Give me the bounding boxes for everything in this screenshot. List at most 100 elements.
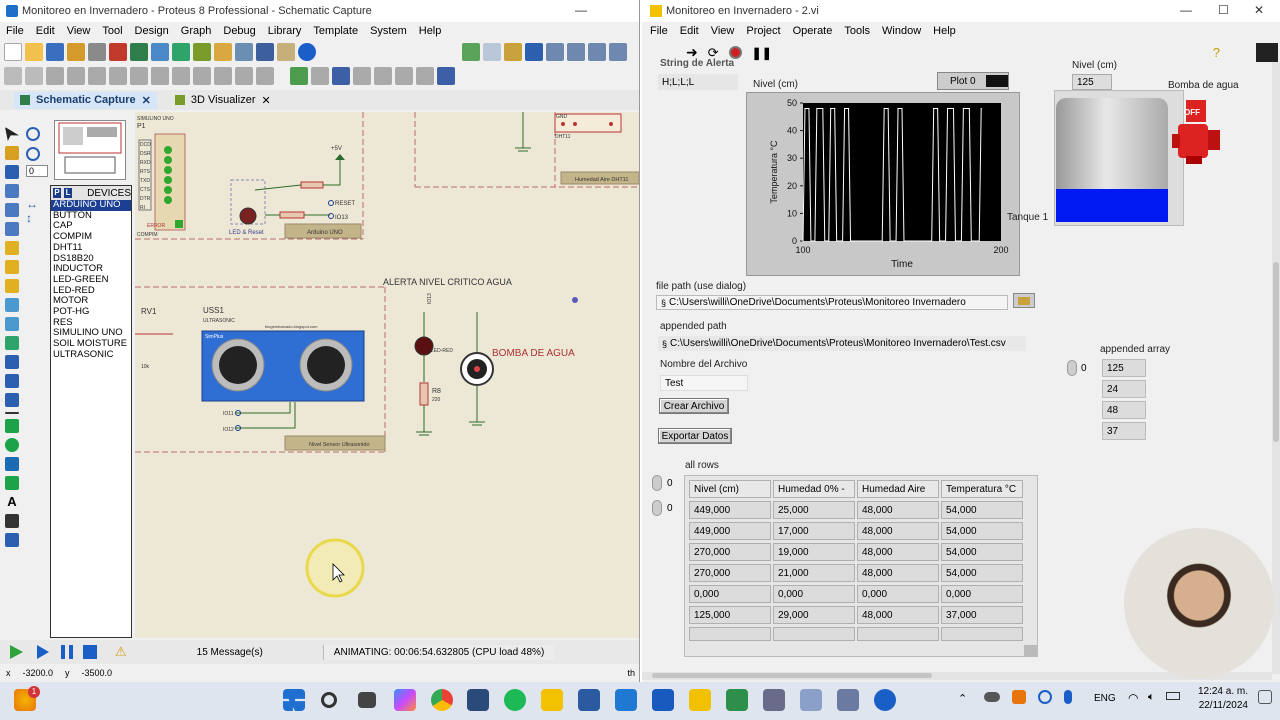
arc-tool-icon[interactable]: [5, 457, 19, 471]
app5-icon[interactable]: [874, 689, 896, 711]
step-icon[interactable]: [37, 645, 49, 659]
decompose-icon[interactable]: [256, 67, 274, 85]
pump-indicator[interactable]: OFF: [1172, 100, 1222, 164]
pause-icon[interactable]: [61, 645, 73, 659]
open-folder-icon[interactable]: [25, 43, 43, 61]
symbol-tool-icon[interactable]: [5, 514, 19, 528]
paste-icon[interactable]: [88, 67, 106, 85]
line-tool-icon[interactable]: [5, 412, 19, 414]
menu-view[interactable]: View: [705, 25, 741, 37]
menu-system[interactable]: System: [364, 25, 413, 37]
microphone-icon[interactable]: [1064, 690, 1072, 704]
scroll-thumb[interactable]: [1273, 262, 1279, 442]
menu-view[interactable]: View: [61, 25, 97, 37]
word-icon[interactable]: [652, 689, 674, 711]
tab-schematic-capture[interactable]: Schematic Capture ✕: [14, 91, 157, 109]
zoom-in-icon[interactable]: [546, 43, 564, 61]
warning-icon[interactable]: ⚠: [115, 644, 127, 660]
notification-center-icon[interactable]: [1258, 690, 1272, 704]
play-icon[interactable]: [10, 645, 23, 659]
col-index-control[interactable]: 0: [652, 499, 676, 517]
selection-mode-icon[interactable]: [5, 127, 19, 141]
graph-mode-icon[interactable]: [5, 298, 19, 312]
remove-sheet-icon[interactable]: [395, 67, 413, 85]
bus-icon[interactable]: [5, 222, 19, 236]
labview-taskbar-icon[interactable]: [689, 689, 711, 711]
copy-icon[interactable]: [67, 67, 85, 85]
new-file-icon[interactable]: [4, 43, 22, 61]
search-tag-icon[interactable]: [311, 67, 329, 85]
maximize-icon[interactable]: ☐: [1218, 3, 1229, 17]
wifi-icon[interactable]: ◠: [1128, 691, 1138, 705]
device-pins-icon[interactable]: [5, 279, 19, 293]
menu-help[interactable]: Help: [927, 25, 962, 37]
redo-icon[interactable]: [25, 67, 43, 85]
3d-icon[interactable]: [193, 43, 211, 61]
block-delete-icon[interactable]: [172, 67, 190, 85]
plot-legend[interactable]: Plot 0: [937, 72, 1009, 90]
export-icon[interactable]: [88, 43, 106, 61]
junction-dot-icon[interactable]: [5, 165, 19, 179]
array-index-control[interactable]: 0: [1067, 359, 1099, 377]
device-item[interactable]: ULTRASONIC: [51, 349, 131, 361]
virtual-instruments-icon[interactable]: [5, 393, 19, 407]
crear-archivo-button[interactable]: Crear Archivo: [659, 398, 729, 414]
app4-icon[interactable]: [837, 689, 859, 711]
menu-template[interactable]: Template: [307, 25, 364, 37]
search-icon[interactable]: [321, 692, 337, 708]
context-help-icon[interactable]: ?: [1213, 45, 1220, 60]
menu-debug[interactable]: Debug: [217, 25, 261, 37]
wire-autorouter-icon[interactable]: [290, 67, 308, 85]
close-icon[interactable]: ✕: [142, 94, 151, 107]
exportar-datos-button[interactable]: Exportar Datos: [658, 428, 732, 444]
app2-icon[interactable]: [763, 689, 785, 711]
make-device-icon[interactable]: [214, 67, 232, 85]
refresh-icon[interactable]: [462, 43, 480, 61]
stop-icon[interactable]: [83, 645, 97, 659]
onedrive-icon[interactable]: [984, 692, 1000, 702]
grid-icon[interactable]: [483, 43, 501, 61]
exit-parent-icon[interactable]: [416, 67, 434, 85]
app-icon[interactable]: [467, 689, 489, 711]
library-button[interactable]: L: [64, 188, 73, 198]
menu-tool[interactable]: Tool: [96, 25, 128, 37]
home-icon[interactable]: [109, 43, 127, 61]
minimize-icon[interactable]: —: [1180, 3, 1192, 17]
help-icon[interactable]: [298, 43, 316, 61]
rotate-cw-icon[interactable]: [26, 127, 40, 141]
pause-icon[interactable]: ❚❚: [752, 46, 772, 60]
zoom-area-icon[interactable]: [609, 43, 627, 61]
block-rotate-icon[interactable]: [151, 67, 169, 85]
text-tool-icon[interactable]: A: [5, 495, 19, 509]
device-item[interactable]: DHT11: [51, 242, 131, 254]
block-move-icon[interactable]: [130, 67, 148, 85]
bom-icon[interactable]: [214, 43, 232, 61]
clock-time[interactable]: 12:24 a. m.: [1196, 686, 1248, 697]
menu-design[interactable]: Design: [129, 25, 175, 37]
tray-clock-icon[interactable]: [1038, 690, 1052, 704]
language-indicator[interactable]: ENG: [1094, 693, 1116, 704]
file-path-control[interactable]: § C:\Users\willi\OneDrive\Documents\Prot…: [656, 295, 1008, 310]
menu-tools[interactable]: Tools: [838, 25, 876, 37]
volume-icon[interactable]: 🔈︎: [1148, 691, 1155, 704]
package-tool-icon[interactable]: [235, 67, 253, 85]
menu-window[interactable]: Window: [876, 25, 927, 37]
new-sheet-icon[interactable]: [374, 67, 392, 85]
overview-window[interactable]: [54, 120, 126, 180]
copilot-icon[interactable]: [394, 689, 416, 711]
col-stepper[interactable]: [652, 500, 662, 516]
subcircuit-icon[interactable]: [5, 241, 19, 255]
cut-icon[interactable]: [46, 67, 64, 85]
property-assign-icon[interactable]: [332, 67, 350, 85]
zoom-all-icon[interactable]: [588, 43, 606, 61]
file-explorer-icon[interactable]: [541, 689, 563, 711]
chrome-icon[interactable]: [431, 689, 453, 711]
schematic-icon[interactable]: [130, 43, 148, 61]
waveform-chart[interactable]: 0 10 20 30 40 50 100 200 Time Temperatura °C: [746, 92, 1020, 276]
pan-icon[interactable]: [525, 43, 543, 61]
voltage-probe-icon[interactable]: [5, 355, 19, 369]
text-script-icon[interactable]: [5, 203, 19, 217]
undo-icon[interactable]: [4, 67, 22, 85]
gerber-icon[interactable]: [172, 43, 190, 61]
index-stepper[interactable]: [1067, 360, 1077, 376]
